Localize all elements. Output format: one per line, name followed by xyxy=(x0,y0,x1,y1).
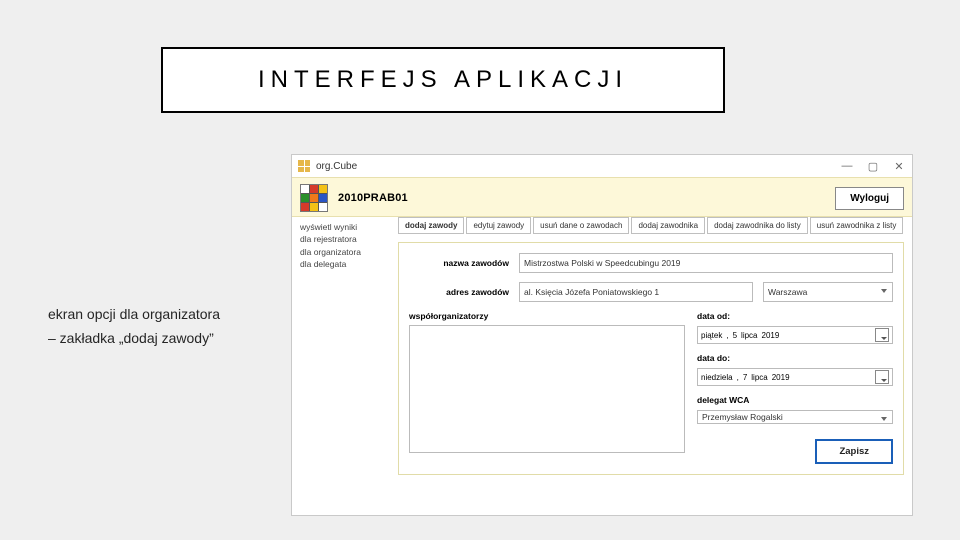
slide-caption: ekran opcji dla organizatora – zakładka … xyxy=(48,303,220,351)
date-to-label: data do: xyxy=(697,353,893,363)
header-panel: 2010PRAB01 Wyloguj xyxy=(292,177,912,217)
app-window: org.Cube — ▢ ✕ 2010PRAB01 Wyloguj wyświe… xyxy=(291,154,913,516)
date-from-picker[interactable]: piątek, 5 lipca 2019 xyxy=(697,326,893,344)
caption-line-1: ekran opcji dla organizatora xyxy=(48,303,220,327)
delegate-label: delegat WCA xyxy=(697,395,893,405)
tab-edytuj-zawody[interactable]: edytuj zawody xyxy=(466,217,531,234)
address-city-select[interactable]: Warszawa xyxy=(763,282,893,302)
tab-strip: dodaj zawodyedytuj zawodyusuń dane o zaw… xyxy=(398,217,904,234)
delegate-select[interactable]: Przemysław Rogalski xyxy=(697,410,893,424)
window-title: org.Cube xyxy=(316,161,357,172)
address-street-input[interactable]: al. Księcia Józefa Poniatowskiego 1 xyxy=(519,282,753,302)
window-titlebar: org.Cube — ▢ ✕ xyxy=(292,155,912,177)
tab-usuń-dane-o-zawodach[interactable]: usuń dane o zawodach xyxy=(533,217,629,234)
cube-logo xyxy=(300,184,328,212)
competition-code: 2010PRAB01 xyxy=(338,192,408,204)
date-to-picker[interactable]: niedziela, 7 lipca 2019 xyxy=(697,368,893,386)
sidebar-item[interactable]: dla delegata xyxy=(300,258,390,270)
calendar-icon xyxy=(875,328,889,342)
tab-dodaj-zawodnika[interactable]: dodaj zawodnika xyxy=(631,217,705,234)
sidebar-item[interactable]: wyświetl wyniki xyxy=(300,221,390,233)
tab-dodaj-zawodnika-do-listy[interactable]: dodaj zawodnika do listy xyxy=(707,217,808,234)
tab-usuń-zawodnika-z-listy[interactable]: usuń zawodnika z listy xyxy=(810,217,904,234)
address-label: adres zawodów xyxy=(409,287,509,297)
sidebar: wyświetl wynikidla rejestratoradla organ… xyxy=(300,217,390,475)
minimize-button[interactable]: — xyxy=(840,160,854,173)
slide-title-box: INTERFEJS APLIKACJI xyxy=(161,47,725,113)
sidebar-item[interactable]: dla organizatora xyxy=(300,246,390,258)
maximize-button[interactable]: ▢ xyxy=(866,160,880,173)
calendar-icon xyxy=(875,370,889,384)
form-panel: nazwa zawodów Mistrzostwa Polski w Speed… xyxy=(398,242,904,475)
close-button[interactable]: ✕ xyxy=(892,160,906,173)
coorganizers-label: współorganizatorzy xyxy=(409,311,685,321)
window-buttons: — ▢ ✕ xyxy=(840,160,906,173)
slide-title: INTERFEJS APLIKACJI xyxy=(258,66,628,94)
logout-button[interactable]: Wyloguj xyxy=(835,187,904,210)
date-from-label: data od: xyxy=(697,311,893,321)
coorganizers-textarea[interactable] xyxy=(409,325,685,453)
caption-line-2: – zakładka „dodaj zawody” xyxy=(48,327,220,351)
save-button[interactable]: Zapisz xyxy=(815,439,893,464)
sidebar-item[interactable]: dla rejestratora xyxy=(300,233,390,245)
tab-dodaj-zawody[interactable]: dodaj zawody xyxy=(398,217,464,234)
name-input[interactable]: Mistrzostwa Polski w Speedcubingu 2019 xyxy=(519,253,893,273)
app-icon xyxy=(298,160,310,172)
name-label: nazwa zawodów xyxy=(409,258,509,268)
